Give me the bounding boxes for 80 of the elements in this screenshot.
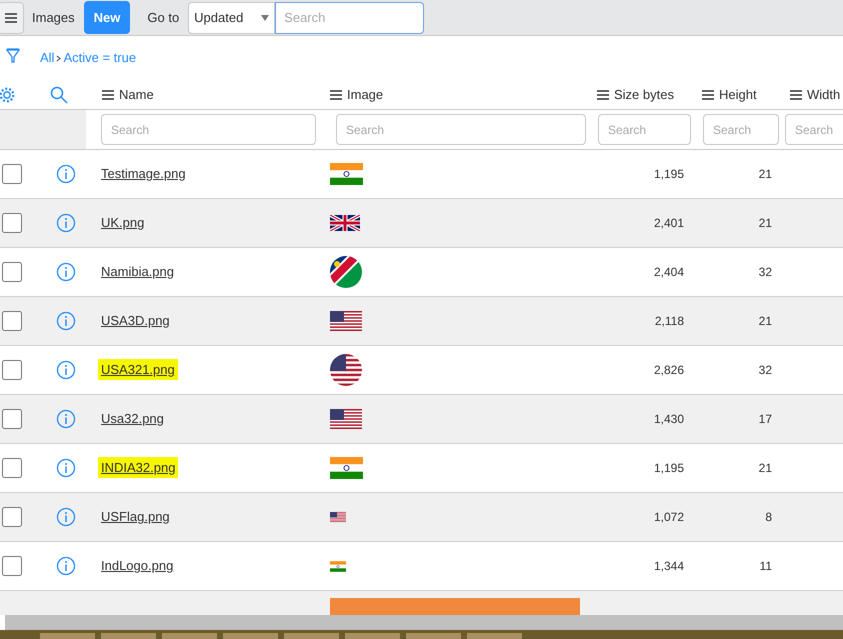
column-search-field[interactable]: Search xyxy=(101,114,316,145)
row-checkbox[interactable] xyxy=(2,458,22,478)
flag-icon xyxy=(330,409,362,429)
info-icon[interactable] xyxy=(56,213,76,233)
menu-button[interactable] xyxy=(0,2,24,34)
info-icon[interactable] xyxy=(56,311,76,331)
info-icon[interactable] xyxy=(56,556,76,576)
column-search-field[interactable]: Search xyxy=(785,114,843,145)
height-cell-text: 32 xyxy=(758,264,773,281)
column-header[interactable]: Height xyxy=(719,84,757,104)
record-link[interactable]: INDIA32.png xyxy=(98,457,178,478)
row-checkbox[interactable] xyxy=(2,556,22,576)
goto-label: Go to xyxy=(147,8,180,27)
row-checkbox[interactable] xyxy=(2,409,22,429)
info-icon[interactable] xyxy=(56,409,76,429)
height-cell-text: 11 xyxy=(758,558,773,575)
flag-icon xyxy=(330,512,346,522)
chevron-icon xyxy=(56,54,62,62)
flag-icon xyxy=(330,311,362,331)
height-cell-text: 21 xyxy=(758,215,773,232)
size-cell-text: 2,401 xyxy=(652,215,685,232)
row-checkbox[interactable] xyxy=(2,311,22,331)
info-icon[interactable] xyxy=(56,507,76,527)
size-cell-text: 1,195 xyxy=(652,460,685,477)
record-link[interactable]: Testimage.png xyxy=(101,166,186,182)
caret-icon xyxy=(261,14,270,20)
column-search-field[interactable]: Search xyxy=(598,114,691,145)
row-checkbox[interactable] xyxy=(2,507,22,527)
menu-icon xyxy=(330,90,342,100)
row-checkbox[interactable] xyxy=(2,164,22,184)
column-header[interactable]: Size bytes xyxy=(614,84,674,104)
info-icon[interactable] xyxy=(56,360,76,380)
info-icon[interactable] xyxy=(56,164,76,184)
size-cell-text: 1,072 xyxy=(652,509,685,526)
size-cell-text: 2,826 xyxy=(652,362,685,379)
menu-icon xyxy=(702,90,714,100)
height-cell-text: 32 xyxy=(758,362,773,379)
settings-icon[interactable] xyxy=(0,86,16,104)
menu-icon xyxy=(5,12,17,22)
column-search-field[interactable]: Search xyxy=(703,114,779,145)
flag-icon xyxy=(330,457,363,479)
record-link[interactable]: USFlag.png xyxy=(101,509,170,524)
search-field[interactable]: Search xyxy=(275,2,424,34)
menu-icon xyxy=(597,90,609,100)
flag-icon xyxy=(330,354,362,386)
record-link[interactable]: UK.png xyxy=(101,215,144,230)
height-cell-text: 17 xyxy=(758,411,773,428)
row-checkbox[interactable] xyxy=(2,360,22,380)
size-cell-text: 1,430 xyxy=(652,411,685,428)
column-header[interactable]: Name xyxy=(119,84,154,104)
column-search-field[interactable]: Search xyxy=(336,114,586,145)
flag-icon xyxy=(330,215,360,231)
row-checkbox[interactable] xyxy=(2,213,22,233)
height-cell-text: 21 xyxy=(758,166,773,183)
info-icon[interactable] xyxy=(56,458,76,478)
size-cell-text: 1,344 xyxy=(652,558,685,575)
horizontal-scrollbar[interactable] xyxy=(5,615,843,630)
list-title: Images xyxy=(32,8,75,27)
info-icon[interactable] xyxy=(56,262,76,282)
column-header[interactable]: Image xyxy=(347,84,384,104)
size-cell-text: 2,118 xyxy=(654,313,685,330)
record-link[interactable]: Namibia.png xyxy=(101,264,174,280)
record-link[interactable]: USA3D.png xyxy=(101,313,170,328)
goto-select[interactable]: Updated xyxy=(188,2,276,34)
height-cell-text: 8 xyxy=(764,509,773,526)
size-cell-text: 2,404 xyxy=(652,264,685,281)
row-checkbox[interactable] xyxy=(2,262,22,282)
flag-icon xyxy=(330,560,346,572)
menu-icon xyxy=(102,90,114,100)
menu-icon xyxy=(790,90,802,100)
column-header[interactable]: Width xyxy=(807,84,840,104)
height-cell-text: 21 xyxy=(758,460,773,477)
record-link[interactable]: Usa32.png xyxy=(101,411,164,426)
height-cell-text: 21 xyxy=(758,313,773,330)
record-link[interactable]: USA321.png xyxy=(98,359,178,380)
record-link[interactable]: IndLogo.png xyxy=(101,558,174,574)
size-cell-text: 1,195 xyxy=(652,166,685,183)
flag-icon xyxy=(330,163,363,185)
flag-icon xyxy=(330,256,362,288)
search-icon[interactable] xyxy=(50,86,68,104)
